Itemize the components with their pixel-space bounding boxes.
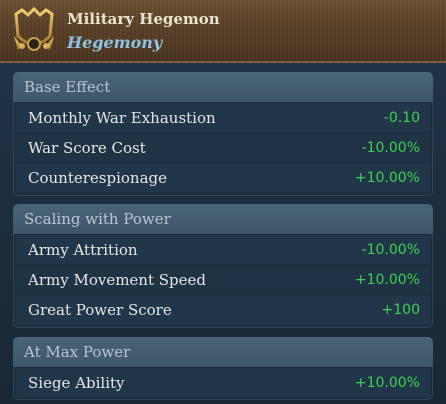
modifier-label: Siege Ability — [28, 374, 125, 392]
tooltip-title: Military Hegemon — [67, 10, 220, 28]
section-scaling-with-power: Scaling with Power Army Attrition -10.00… — [13, 204, 433, 328]
modifier-label: Army Attrition — [28, 241, 138, 259]
modifier-label: War Score Cost — [28, 139, 146, 157]
modifier-row: War Score Cost -10.00% — [16, 132, 430, 162]
modifier-row: Army Attrition -10.00% — [16, 234, 430, 264]
section-title: Base Effect — [13, 72, 433, 102]
hegemony-tooltip: Military Hegemon Hegemony Base Effect Mo… — [0, 0, 446, 404]
section-base-effect: Base Effect Monthly War Exhaustion -0.10… — [13, 72, 433, 196]
modifier-value: +100 — [381, 302, 420, 318]
modifier-row: Great Power Score +100 — [16, 294, 430, 324]
section-title: At Max Power — [13, 337, 433, 367]
tooltip-header: Military Hegemon Hegemony — [0, 0, 446, 63]
modifier-label: Great Power Score — [28, 301, 172, 319]
modifier-row: Monthly War Exhaustion -0.10 — [16, 102, 430, 132]
modifier-row: Army Movement Speed +10.00% — [16, 264, 430, 294]
modifier-value: -10.00% — [361, 140, 420, 156]
modifier-label: Counterespionage — [28, 169, 167, 187]
section-title: Scaling with Power — [13, 204, 433, 234]
modifier-value: +10.00% — [354, 375, 420, 391]
modifier-label: Army Movement Speed — [28, 271, 207, 289]
modifier-value: +10.00% — [354, 170, 420, 186]
section-at-max-power: At Max Power Siege Ability +10.00% — [13, 337, 433, 400]
modifier-row: Siege Ability +10.00% — [16, 367, 430, 397]
modifier-value: +10.00% — [354, 272, 420, 288]
modifier-row: Counterespionage +10.00% — [16, 162, 430, 192]
modifier-value: -10.00% — [361, 242, 420, 258]
modifier-value: -0.10 — [383, 110, 420, 126]
tooltip-subtitle: Hegemony — [67, 33, 163, 52]
military-hegemon-emblem-icon — [10, 6, 58, 56]
modifier-label: Monthly War Exhaustion — [28, 109, 216, 127]
